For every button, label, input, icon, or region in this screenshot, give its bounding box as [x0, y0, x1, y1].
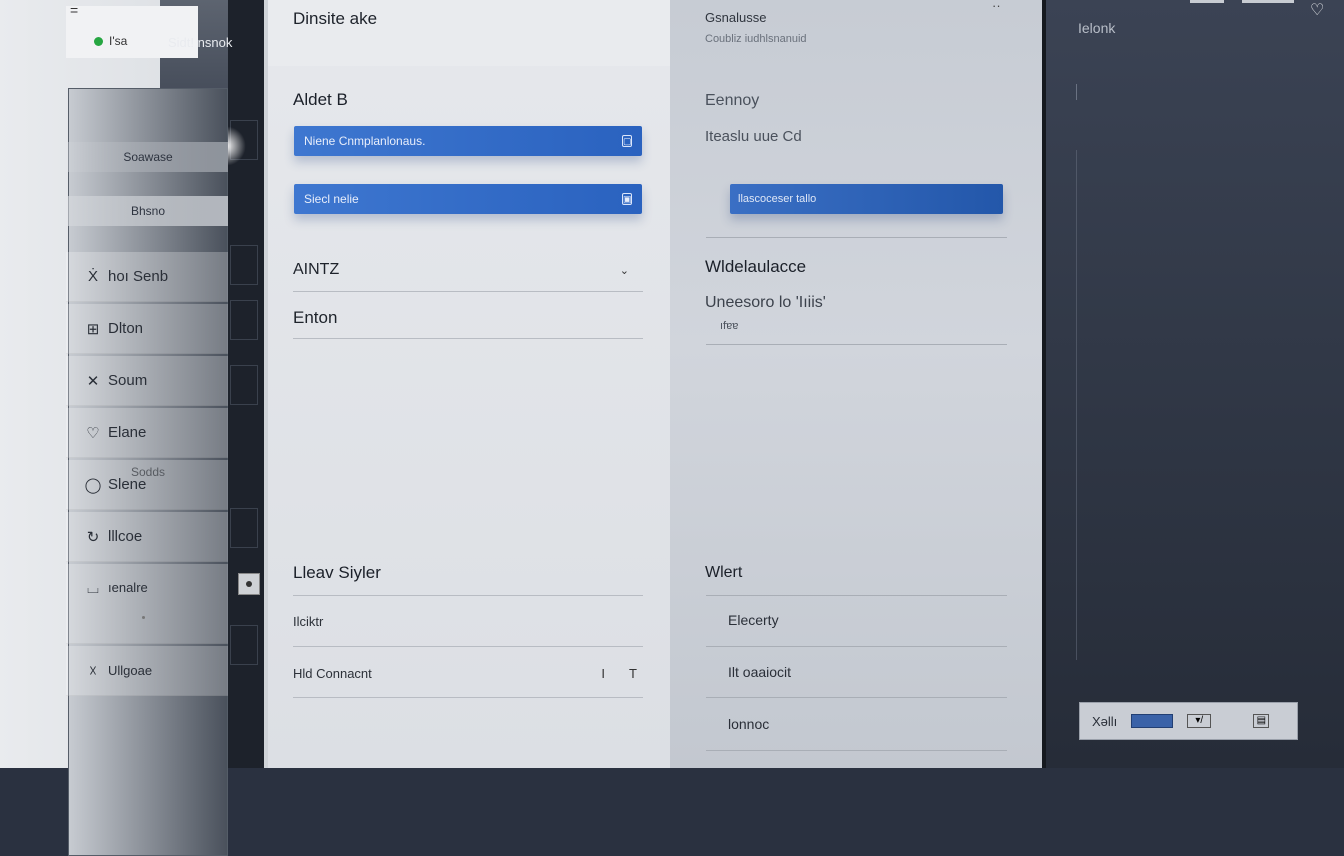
list-item[interactable]: lonnoc	[728, 716, 769, 732]
tick-mark	[1076, 84, 1077, 100]
nav-item-7[interactable]: ☓ Ullgoae	[66, 646, 228, 696]
detail-label: Iteaslu uue Cd	[705, 128, 802, 145]
list-item-actions: I T	[601, 666, 637, 681]
nav-item-1[interactable]: ⊞ Dlton	[66, 304, 228, 354]
page-title: Dinsite ake	[293, 9, 378, 28]
menu-icon[interactable]: =	[70, 2, 78, 18]
entry-label: Enton	[293, 308, 338, 327]
nav-item-3[interactable]: ♡ Elane	[66, 408, 228, 458]
scroll-track[interactable]	[1076, 150, 1077, 660]
nav-item-label: Dlton	[108, 320, 144, 337]
primary-input[interactable]: Niene Cnmplanlonaus. ▢	[294, 126, 642, 156]
dropdown-icon[interactable]: ▾/	[1187, 714, 1212, 728]
main-panel: Dinsite ake Aldet B Niene Cnmplanlonaus.…	[268, 0, 670, 768]
dock-label: Xəllı	[1092, 713, 1118, 729]
divider	[706, 595, 1007, 596]
nav-item-0[interactable]: Ẋ hoı Senb	[66, 252, 228, 302]
nav-dot-icon	[142, 616, 145, 619]
divider	[706, 697, 1007, 698]
detail-heading: Wldelaulacce	[705, 257, 807, 276]
primary-input-value: Niene Cnmplanlonaus.	[304, 134, 426, 148]
nav-item-label: lllcoe	[108, 528, 143, 545]
cursor-icon[interactable]: I	[601, 666, 605, 681]
detail-text: Uneesoro lo 'Iıiis'	[705, 294, 826, 311]
nav-dark-rail	[228, 0, 264, 768]
refresh-icon: ↻	[86, 528, 100, 546]
secondary-input-value: Siecl nelie	[304, 192, 359, 206]
list-heading: Wlert	[705, 564, 743, 581]
nav-item-2[interactable]: ✕ Soum	[66, 356, 228, 406]
nav-item-label: Soum	[108, 372, 148, 389]
dock-primary-button[interactable]	[1131, 714, 1174, 728]
rail-toggle-button[interactable]	[238, 573, 260, 595]
chevron-down-icon: ⌄	[619, 264, 629, 277]
nav-item-4[interactable]: ◯ Slene	[66, 460, 228, 510]
heart-icon: ♡	[86, 424, 100, 442]
top-bar-segment	[1242, 0, 1294, 3]
detail-title: Gsnalusse	[705, 10, 767, 25]
more-options-icon[interactable]: ··	[992, 0, 1001, 13]
nav-button-tertiary[interactable]: Bhsno	[68, 196, 228, 226]
list-item-label: Hld Connacnt	[293, 665, 372, 681]
detail-label: Eennoy	[705, 92, 760, 109]
divider	[706, 344, 1007, 345]
nav-item-5[interactable]: ↻ lllcoe	[66, 512, 228, 562]
nav-item-6[interactable]: ⌴ ıenalre	[66, 564, 228, 644]
status-indicator: I'sa	[94, 34, 127, 48]
cursor-icon: ıfɐɐ	[720, 320, 739, 332]
side-label: Ielonk	[1078, 20, 1116, 36]
grid-icon: ⊞	[86, 320, 100, 338]
status-text: I'sa	[109, 34, 128, 48]
list-item-label: Ilciktr	[293, 613, 324, 629]
side-panel	[1042, 0, 1344, 768]
divider	[293, 291, 643, 292]
favorite-icon[interactable]: ♡	[1310, 0, 1324, 20]
divider	[293, 646, 643, 647]
dropdown-row[interactable]: AINTZ ⌄	[293, 258, 643, 282]
dock-toolbar: Xəllı ▾/ ▤	[1079, 702, 1298, 740]
close-icon: ✕	[86, 372, 100, 390]
detail-panel: Gsnalusse Coubliz iudhlsnanuid Eennoy It…	[670, 0, 1042, 768]
divider	[706, 646, 1007, 647]
secondary-input[interactable]: Siecl nelie ▣	[294, 184, 642, 214]
cross-icon: Ẋ	[87, 268, 98, 285]
section-label-b: Lleav Siyler	[293, 563, 381, 582]
list-icon[interactable]: ▤	[1253, 714, 1270, 728]
x-mark-icon: ☓	[89, 662, 97, 680]
calendar-icon: ▣	[622, 193, 632, 205]
divider	[706, 237, 1007, 238]
nav-header	[66, 6, 198, 58]
text-icon[interactable]: T	[629, 666, 637, 681]
nav-item-label: Slene	[108, 476, 147, 493]
nav-item-label: ıenalre	[108, 580, 148, 595]
section-label-a: Aldet B	[293, 90, 348, 109]
list-item[interactable]: Elecerty	[728, 612, 779, 628]
divider	[293, 697, 643, 698]
list-item[interactable]: Hld Connacnt I T	[293, 662, 643, 684]
top-bar-segment	[1190, 0, 1224, 3]
entry-row[interactable]: Enton	[293, 306, 643, 330]
list-item[interactable]: Ilciktr	[293, 610, 643, 632]
nav-button-secondary[interactable]: Soawase	[68, 142, 228, 172]
dot-icon	[246, 581, 252, 587]
online-dot-icon	[94, 36, 103, 46]
divider	[706, 750, 1007, 751]
nav-item-label: Ullgoae	[108, 663, 153, 678]
detail-input[interactable]: llascoceser tallo	[730, 184, 1003, 214]
circle-icon: ◯	[84, 476, 102, 494]
nav-item-label: Elane	[108, 424, 147, 441]
nav-item-label: hoı Senb	[108, 268, 169, 285]
detail-subtitle: Coubliz iudhlsnanuid	[705, 33, 807, 45]
lock-icon: ▢	[622, 135, 632, 147]
brand-name: Sidt! nsnok	[168, 35, 233, 50]
box-icon: ⌴	[86, 580, 99, 597]
divider	[293, 338, 643, 339]
list-item[interactable]: Ilt oaaiocit	[728, 664, 791, 680]
dropdown-label: AINTZ	[293, 261, 340, 278]
divider	[293, 595, 643, 596]
